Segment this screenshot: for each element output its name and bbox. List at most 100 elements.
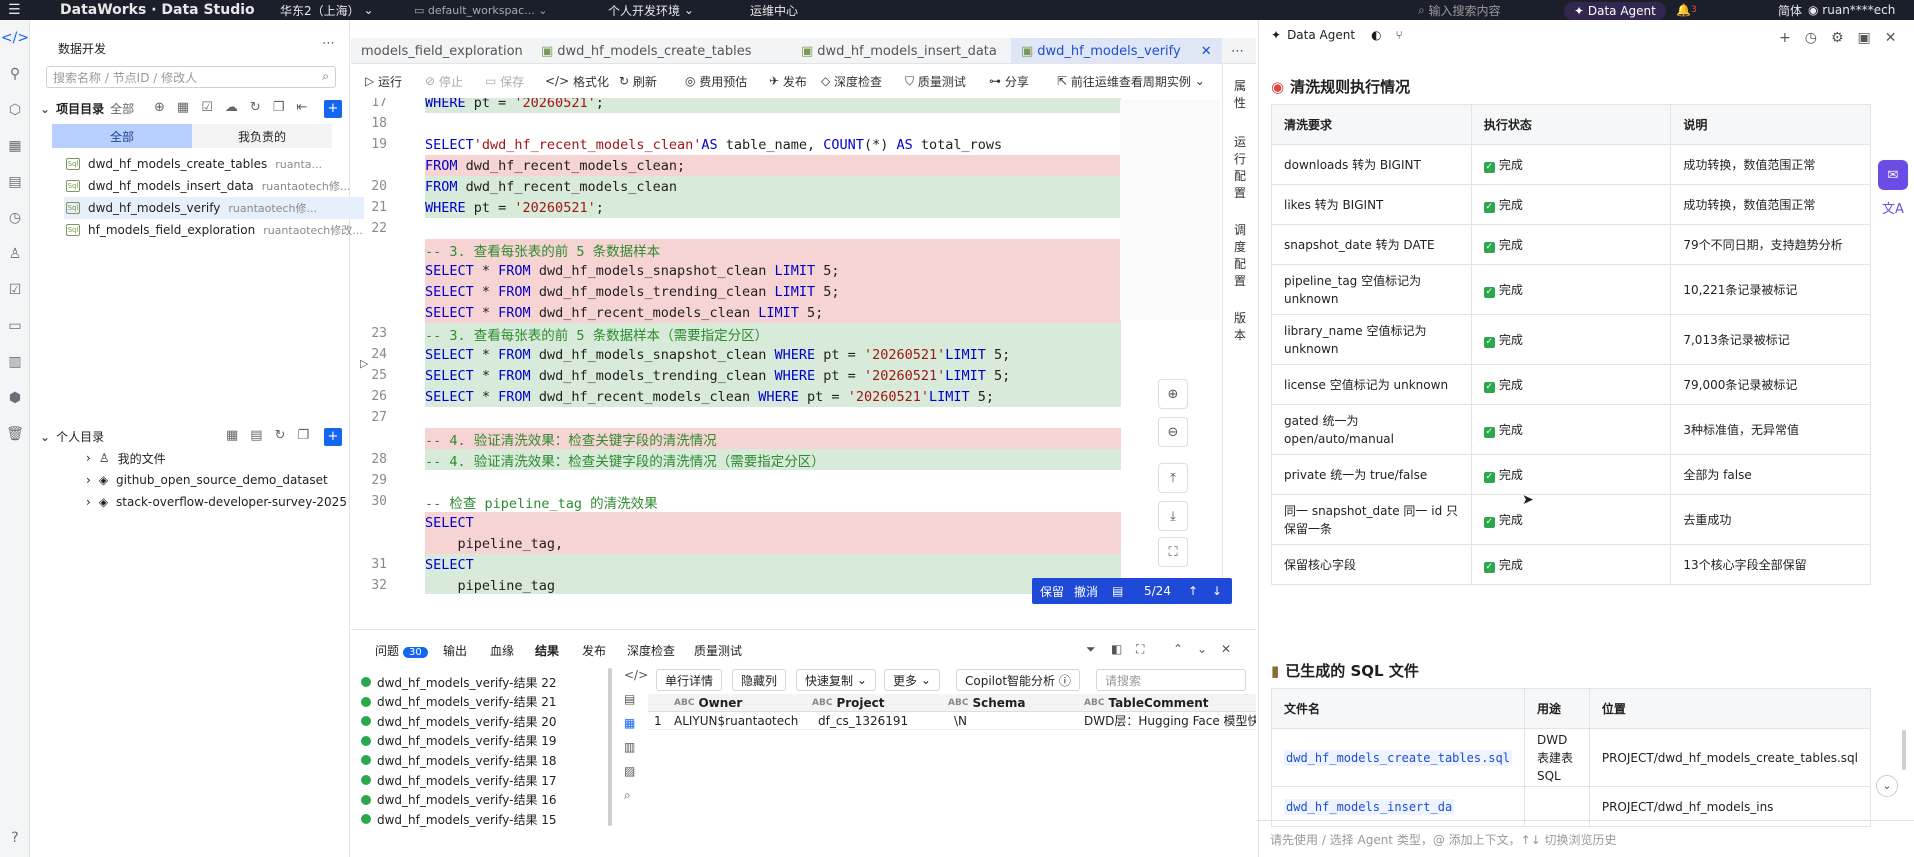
code-editor[interactable]: 17 WHERE pt = '20260521'; 18 19 SELECT 'dwd_… bbox=[351, 98, 1121, 594]
keep-button[interactable]: 保留 bbox=[1040, 583, 1064, 600]
code-line[interactable]: 28 -- 4. 验证清洗效果：检查关键字段的清洗情况（需要指定分区） bbox=[351, 449, 1121, 470]
doc-icon[interactable]: ▤ bbox=[1112, 584, 1123, 598]
search-result-icon[interactable]: ⌕ bbox=[624, 788, 644, 803]
col-schema[interactable]: ABC Schema bbox=[942, 694, 1078, 712]
col-comment[interactable]: ABC TableComment bbox=[1078, 694, 1256, 712]
close-icon[interactable]: ✕ bbox=[1885, 30, 1897, 46]
personal-item-0[interactable]: › ♙ 我的文件 bbox=[86, 447, 166, 469]
tree-file-1[interactable]: Sql dwd_hf_models_insert_data ruantaotech修… bbox=[66, 175, 366, 197]
ops-link[interactable]: 运维中心 bbox=[750, 0, 798, 20]
tab-insert-data[interactable]: ▣ dwd_hf_models_insert_data bbox=[791, 38, 1007, 63]
explore-icon[interactable]: ⚲ bbox=[0, 56, 30, 92]
close-icon[interactable]: ✕ bbox=[1201, 44, 1212, 59]
history-icon[interactable]: ◷ bbox=[0, 200, 30, 236]
ops-instance-button[interactable]: ⇱ 前往运维查看周期实例 ⌄ bbox=[1057, 72, 1205, 90]
collapse-icon[interactable]: ⇤ bbox=[296, 100, 307, 115]
code-line[interactable]: SELECT bbox=[351, 512, 1121, 533]
code-line[interactable]: 17 WHERE pt = '20260521'; bbox=[351, 98, 1121, 113]
tab-issues[interactable]: 问题 30 bbox=[375, 642, 428, 659]
zoom-out-icon[interactable]: ⊖ bbox=[1158, 417, 1188, 447]
code-line[interactable]: pipeline_tag, bbox=[351, 533, 1121, 554]
task-icon[interactable]: ☑ bbox=[201, 100, 213, 115]
copy-icon[interactable]: ❐ bbox=[273, 100, 285, 115]
scroll-top-icon[interactable]: ⤒ bbox=[1158, 463, 1188, 493]
split-icon[interactable]: ◧ bbox=[1111, 642, 1122, 656]
data-agent-button[interactable]: ✦ Data Agent bbox=[1564, 2, 1666, 20]
translate-float-icon[interactable]: 文A bbox=[1878, 192, 1908, 222]
agent-input[interactable]: 请先使用 / 选择 Agent 类型，@ 添加上下文，↑↓ 切换浏览历史 bbox=[1270, 826, 1890, 852]
code-line[interactable]: 22 bbox=[351, 218, 1121, 239]
code-line[interactable]: 26 SELECT * FROM dwd_hf_recent_models_cle… bbox=[351, 386, 1121, 407]
code-line[interactable]: SELECT * FROM dwd_hf_models_snapshot_cle… bbox=[351, 260, 1121, 281]
tabs-more-icon[interactable]: ⋯ bbox=[1221, 38, 1254, 63]
headset-icon[interactable]: ◐ bbox=[1371, 28, 1381, 42]
user-menu[interactable]: ◉ ruan****ech bbox=[1808, 0, 1895, 20]
code-line[interactable]: 20 FROM dwd_hf_recent_models_clean bbox=[351, 176, 1121, 197]
code-line[interactable]: 18 bbox=[351, 113, 1121, 134]
target-icon[interactable]: ⊕ bbox=[154, 100, 165, 115]
filter-mine[interactable]: 我负责的 bbox=[192, 124, 332, 148]
workspace-select[interactable]: ▭ default_workspac... ⌄ bbox=[414, 0, 547, 20]
undo-button[interactable]: 撤消 bbox=[1074, 583, 1098, 600]
layout-icon[interactable]: ▥ bbox=[0, 344, 30, 380]
code-line[interactable]: 24 SELECT * FROM dwd_hf_models_snapshot_c… bbox=[351, 344, 1121, 365]
copy-icon[interactable]: ❐ bbox=[298, 428, 310, 443]
tab-deep-check[interactable]: 深度检查 bbox=[627, 642, 675, 659]
tree-file-0[interactable]: Sql dwd_hf_models_create_tables ruanta... bbox=[66, 153, 366, 175]
share-button[interactable]: ⊶ 分享 bbox=[989, 72, 1029, 90]
tab-publish[interactable]: 发布 bbox=[582, 642, 606, 659]
result-item[interactable]: dwd_hf_models_verify-结果 19 bbox=[361, 731, 557, 751]
side-tab-props[interactable]: 属性 bbox=[1234, 78, 1248, 112]
code-line[interactable]: SELECT * FROM dwd_hf_recent_models_clean… bbox=[351, 302, 1121, 323]
cloud-icon[interactable]: ☁ bbox=[225, 100, 238, 115]
chevron-down-icon[interactable]: ⌄ bbox=[1197, 642, 1207, 656]
folder-icon[interactable]: ▤ bbox=[0, 164, 30, 200]
scroll-bottom-icon[interactable]: ⤓ bbox=[1158, 501, 1188, 531]
personal-item-2[interactable]: › ◈ stack-overflow-developer-survey-2025 bbox=[86, 491, 347, 513]
quick-copy-button[interactable]: 快速复制 ⌄ bbox=[796, 669, 876, 691]
quality-test-button[interactable]: ⛉ 质量测试 bbox=[905, 72, 966, 90]
tree-file-2[interactable]: Sql dwd_hf_models_verify ruantaotech修... bbox=[64, 197, 364, 219]
table-icon[interactable]: ▦ bbox=[0, 128, 30, 164]
scroll-down-icon[interactable]: ⌄ bbox=[1876, 775, 1898, 797]
col-project[interactable]: ABC Project bbox=[806, 694, 942, 712]
minimap[interactable] bbox=[1120, 100, 1220, 320]
code-line[interactable]: -- 3. 查看每张表的前 5 条数据样本 bbox=[351, 239, 1121, 260]
message-icon[interactable]: ▭ bbox=[0, 308, 30, 344]
code-line[interactable]: 21 WHERE pt = '20260521'; bbox=[351, 197, 1121, 218]
table-view-icon[interactable]: ▦ bbox=[624, 716, 644, 730]
refresh-icon[interactable]: ↻ bbox=[250, 100, 261, 115]
filter-icon[interactable]: ⏷ bbox=[1086, 642, 1096, 657]
more-button[interactable]: 更多 ⌄ bbox=[884, 669, 940, 691]
menu-icon[interactable]: ☰ bbox=[8, 0, 21, 20]
brand-title[interactable]: DataWorks · Data Studio bbox=[60, 0, 255, 20]
chart-icon[interactable]: ▥ bbox=[624, 740, 644, 754]
run-line-icon[interactable]: ▷ bbox=[360, 357, 368, 370]
refresh-button[interactable]: ↻ 刷新 bbox=[619, 72, 657, 90]
notification-icon[interactable]: 🔔 3 bbox=[1676, 0, 1697, 20]
trash-icon[interactable]: 🗑 bbox=[0, 416, 30, 452]
side-tab-run-config[interactable]: 运行配置 bbox=[1234, 134, 1248, 202]
zoom-in-icon[interactable]: ⊕ bbox=[1158, 379, 1188, 409]
cube-icon[interactable]: ⬢ bbox=[0, 380, 30, 416]
side-tab-version[interactable]: 版本 bbox=[1234, 310, 1248, 344]
next-diff-icon[interactable]: ↓ bbox=[1212, 584, 1222, 598]
run-button[interactable]: ▷ 运行 bbox=[365, 72, 402, 90]
deep-check-button[interactable]: ◇ 深度检查 bbox=[821, 72, 882, 90]
document-icon[interactable]: ▤ bbox=[624, 692, 644, 706]
lang-select[interactable]: 简体 bbox=[1778, 0, 1802, 20]
tab-quality[interactable]: 质量测试 bbox=[694, 642, 742, 659]
env-select[interactable]: 个人开发环境 ⌄ bbox=[608, 0, 694, 20]
result-list-scrollbar[interactable] bbox=[608, 668, 612, 826]
maximize-icon[interactable]: ⛶ bbox=[1136, 642, 1144, 657]
code-line[interactable]: 32 pipeline_tag bbox=[351, 575, 1121, 594]
cell-project[interactable]: df_cs_1326191 bbox=[806, 712, 942, 730]
tab-lineage[interactable]: 血缘 bbox=[490, 642, 514, 659]
branch-icon[interactable]: ⑂ bbox=[1396, 28, 1403, 42]
code-line[interactable]: 31 SELECT bbox=[351, 554, 1121, 575]
code-line[interactable]: FROM dwd_hf_recent_models_clean; bbox=[351, 155, 1121, 176]
code-line[interactable]: 29 bbox=[351, 470, 1121, 491]
assistant-float-icon[interactable]: ✉ bbox=[1878, 160, 1908, 190]
result-item[interactable]: dwd_hf_models_verify-结果 18 bbox=[361, 750, 557, 770]
code-line[interactable]: 19 SELECT 'dwd_hf_recent_models_clean' AS… bbox=[351, 134, 1121, 155]
